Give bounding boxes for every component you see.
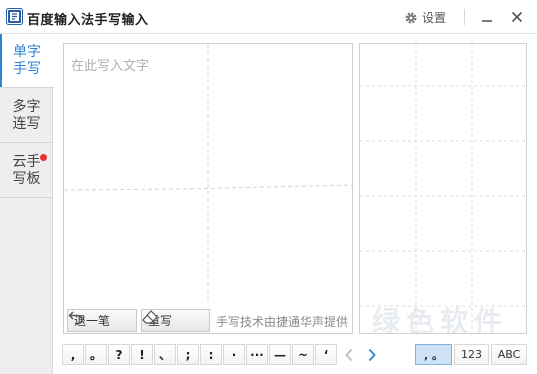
chevron-right-icon (368, 348, 376, 361)
app-title: 百度输入法手写输入 (27, 13, 149, 28)
punctuation-bar: , 。 ? ! 、 ; : · ··· — ~ ‘ , 。 123 ABC (0, 339, 537, 374)
tab-single-char[interactable]: 单字手写 (0, 34, 54, 88)
punct-key-dash[interactable]: — (269, 344, 291, 365)
punct-key-ellipsis[interactable]: ··· (246, 344, 268, 365)
close-icon (511, 11, 523, 23)
punct-key-quote[interactable]: ‘ (315, 344, 337, 365)
handwriting-canvas[interactable]: 在此写入文字 退一笔 重写 手写技术由捷通华声提供 (63, 43, 354, 334)
punct-key-tilde[interactable]: ~ (292, 344, 314, 365)
minimize-button[interactable] (476, 6, 498, 28)
new-badge (40, 154, 47, 161)
tab-cloud-pad-label: 云手写板 (12, 153, 41, 187)
undo-stroke-button[interactable]: 退一笔 (67, 309, 137, 332)
punct-key-enumeration[interactable]: 、 (154, 344, 176, 365)
gear-icon (405, 11, 417, 24)
tab-cloud-pad[interactable]: 云手写板 (0, 144, 53, 198)
punct-key-period[interactable]: 。 (85, 344, 107, 365)
candidate-grid-lines (360, 44, 528, 335)
canvas-guide-lines (64, 44, 354, 304)
app-logo-icon (6, 8, 23, 25)
eraser-icon (142, 310, 158, 324)
undo-icon (68, 311, 83, 324)
tab-multi-char[interactable]: 多字连写 (0, 89, 53, 143)
punct-key-exclamation[interactable]: ! (131, 344, 153, 365)
settings-button[interactable]: 设置 (404, 9, 446, 26)
mode-chinese-punct[interactable]: , 。 (415, 344, 452, 365)
mode-numbers[interactable]: 123 (454, 344, 489, 365)
next-page-button[interactable] (361, 344, 383, 365)
minimize-icon (482, 20, 492, 22)
candidate-panel[interactable] (359, 43, 528, 335)
title-divider (464, 9, 465, 25)
technology-credit: 手写技术由捷通华声提供 (216, 315, 349, 329)
rewrite-button[interactable]: 重写 (141, 309, 210, 332)
tab-single-char-label: 单字手写 (13, 43, 41, 77)
mode-sidebar: 单字手写 多字连写 云手写板 (0, 34, 54, 374)
chevron-left-icon (345, 348, 353, 361)
punct-key-semicolon[interactable]: ; (177, 344, 199, 365)
title-bar: 百度输入法手写输入 设置 (0, 0, 537, 34)
punct-key-comma[interactable]: , (62, 344, 84, 365)
canvas-placeholder: 在此写入文字 (71, 59, 150, 74)
tab-multi-char-label: 多字连写 (12, 98, 41, 132)
prev-page-button[interactable] (338, 344, 360, 365)
punct-key-colon[interactable]: : (200, 344, 222, 365)
settings-label: 设置 (422, 11, 447, 25)
close-button[interactable] (506, 6, 528, 28)
mode-letters[interactable]: ABC (491, 344, 527, 365)
punct-key-middle-dot[interactable]: · (223, 344, 245, 365)
punct-key-question[interactable]: ? (108, 344, 130, 365)
